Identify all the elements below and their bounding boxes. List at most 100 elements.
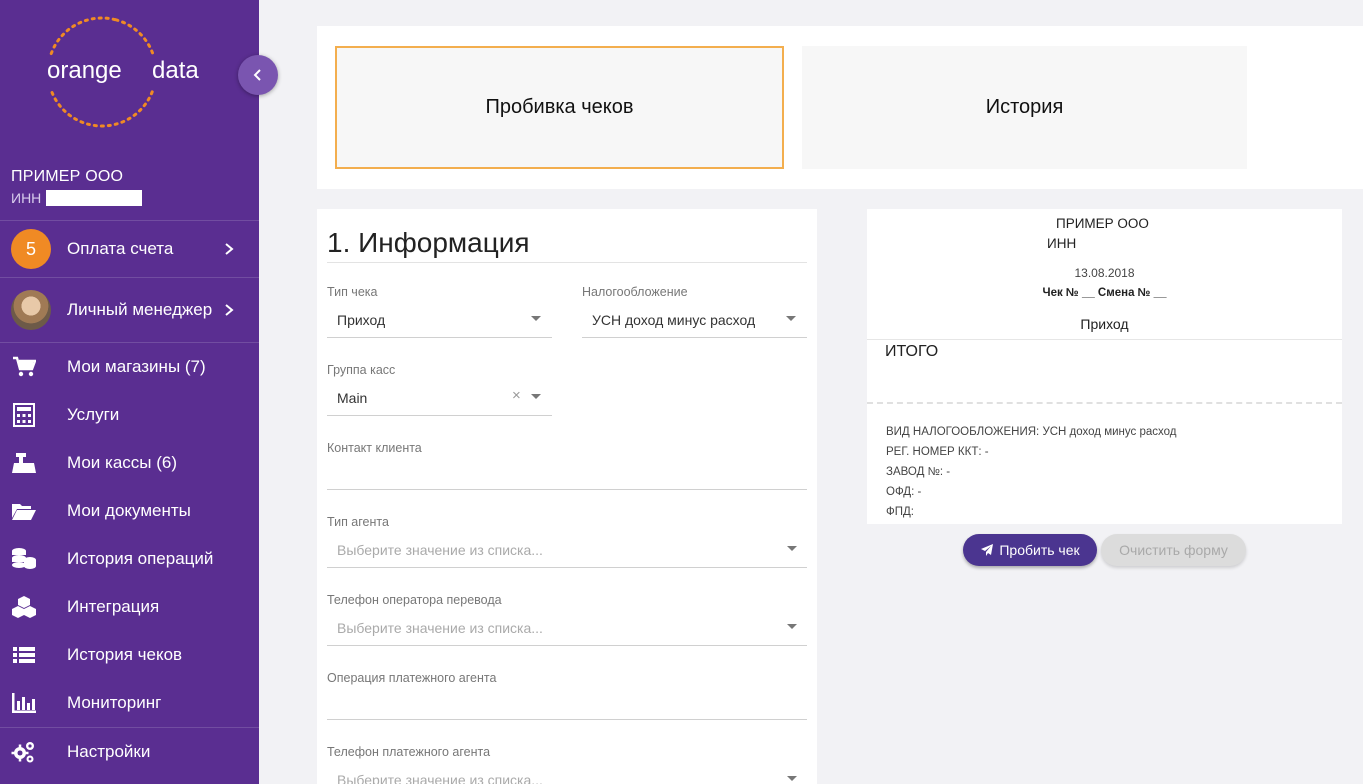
field-underline	[327, 337, 552, 338]
taxation-select[interactable]: Налогообложение УСН доход минус расход	[582, 285, 807, 339]
field-underline	[327, 645, 807, 646]
gears-icon	[11, 742, 34, 763]
receipt-factory-line: ЗАВОД №: -	[886, 466, 951, 478]
submit-receipt-button[interactable]: Пробить чек	[963, 534, 1097, 566]
calculator-icon	[13, 403, 35, 427]
clear-form-button[interactable]: Очистить форму	[1101, 534, 1246, 566]
sidebar: orange data ПРИМЕР ООО ИНН 5 Оплата счет…	[0, 0, 259, 784]
field-value: Main	[337, 390, 368, 406]
divider	[327, 262, 807, 263]
receipt-check-shift: Чек № __ Смена № __	[1042, 287, 1167, 299]
sidebar-item-receipts-history[interactable]: История чеков	[0, 642, 259, 668]
tab-label: Пробивка чеков	[485, 96, 634, 118]
receipt-tear-line	[867, 402, 1342, 404]
divider	[0, 342, 259, 343]
divider	[0, 220, 259, 221]
divider	[0, 277, 259, 278]
cart-icon	[13, 356, 36, 377]
receipt-type: Приход	[1080, 316, 1129, 332]
tab-label: История	[985, 96, 1064, 118]
sidebar-item-documents[interactable]: Мои документы	[0, 498, 259, 524]
field-underline	[327, 567, 807, 568]
receipt-fpd-line: ФПД:	[886, 506, 914, 518]
sidebar-item-label: Оплата счета	[67, 239, 174, 258]
form-title: 1. Информация	[327, 227, 530, 258]
payment-agent-operation-input[interactable]: Операция платежного агента	[327, 671, 807, 721]
transfer-operator-phone-select[interactable]: Телефон оператора перевода Выберите знач…	[327, 593, 807, 647]
receipt-date: 13.08.2018	[1074, 266, 1135, 280]
clear-icon[interactable]: ×	[512, 387, 521, 404]
sidebar-item-monitoring[interactable]: Мониторинг	[0, 690, 259, 716]
chevron-left-icon	[253, 69, 261, 81]
receipt-reg-line: РЕГ. НОМЕР ККТ: -	[886, 446, 989, 458]
chevron-right-icon	[225, 304, 234, 316]
coins-icon	[12, 548, 36, 569]
sidebar-item-label: Мои документы	[67, 501, 191, 520]
agent-type-select[interactable]: Тип агента Выберите значение из списка..…	[327, 515, 807, 569]
org-name: ПРИМЕР ООО	[11, 168, 124, 185]
org-inn: ИНН	[11, 190, 143, 206]
sidebar-item-label: Интеграция	[67, 597, 160, 616]
orange-data-logo[interactable]: orange data	[40, 16, 240, 131]
inn-redacted	[46, 190, 143, 206]
sidebar-item-operations[interactable]: История операций	[0, 546, 259, 572]
receipt-preview: ПРИМЕР ООО ИНН 13.08.2018 Чек № __ Смена…	[867, 209, 1342, 524]
receipt-ofd-line: ОФД: -	[886, 486, 922, 498]
sidebar-item-settings[interactable]: Настройки	[0, 739, 259, 765]
receipt-total-label: ИТОГО	[885, 343, 939, 360]
sidebar-item-label: Услуги	[67, 405, 120, 424]
paper-plane-icon	[981, 544, 994, 556]
payment-agent-phone-select[interactable]: Телефон платежного агента Выберите значе…	[327, 745, 807, 784]
collapse-sidebar-button[interactable]	[238, 55, 278, 95]
bar-chart-icon	[12, 693, 36, 713]
field-label: Тип чека	[327, 285, 378, 299]
sidebar-item-label: Мои кассы (6)	[67, 453, 178, 472]
field-label: Налогообложение	[582, 285, 688, 299]
tab-receipt-punching[interactable]: Пробивка чеков	[335, 46, 784, 169]
client-contact-input[interactable]: Контакт клиента	[327, 441, 807, 491]
receipt-org-name: ПРИМЕР ООО	[1056, 216, 1149, 231]
field-label: Телефон платежного агента	[327, 745, 491, 759]
sidebar-item-payment[interactable]: 5 Оплата счета	[0, 229, 259, 269]
sidebar-item-label: Мониторинг	[67, 693, 162, 712]
cash-register-icon	[12, 453, 36, 473]
caret-down-icon	[531, 316, 541, 321]
sidebar-item-services[interactable]: Услуги	[0, 402, 259, 428]
folder-open-icon	[12, 504, 36, 520]
receipt-details: ВИД НАЛОГООБЛОЖЕНИЯ: УСН доход минус рас…	[886, 422, 1176, 522]
logo-circle-icon: orange data	[40, 16, 240, 128]
logo-text-right: data	[152, 57, 199, 84]
sidebar-item-registers[interactable]: Мои кассы (6)	[0, 450, 259, 476]
inn-label: ИНН	[11, 190, 42, 206]
field-placeholder: Выберите значение из списка...	[337, 620, 543, 636]
sidebar-item-label: Настройки	[67, 742, 151, 761]
information-form: 1. Информация Тип чека Приход Налогообло…	[317, 209, 817, 784]
receipt-type-select[interactable]: Тип чека Приход	[327, 285, 552, 339]
tab-history[interactable]: История	[802, 46, 1247, 169]
sidebar-item-label: История чеков	[67, 645, 183, 664]
caret-down-icon	[787, 624, 797, 629]
caret-down-icon	[786, 316, 796, 321]
field-value: УСН доход минус расход	[592, 312, 756, 328]
logo-text-left: orange	[47, 57, 122, 84]
divider	[0, 727, 259, 728]
cubes-icon	[12, 596, 36, 618]
receipt-inn-label: ИНН	[1047, 236, 1077, 251]
sidebar-item-integration[interactable]: Интеграция	[0, 594, 259, 620]
notification-badge: 5	[11, 229, 51, 269]
cash-group-select[interactable]: Группа касс Main ×	[327, 363, 552, 417]
field-label: Тип агента	[327, 515, 389, 529]
divider	[867, 339, 1342, 340]
sidebar-item-manager[interactable]: Личный менеджер	[0, 290, 259, 330]
sidebar-item-label: Мои магазины (7)	[67, 357, 206, 376]
chevron-right-icon	[225, 243, 234, 255]
field-underline	[582, 337, 807, 338]
receipt-tax-line: ВИД НАЛОГООБЛОЖЕНИЯ: УСН доход минус рас…	[886, 426, 1177, 438]
caret-down-icon	[531, 394, 541, 399]
list-icon	[13, 647, 35, 663]
field-label: Телефон оператора перевода	[327, 593, 502, 607]
sidebar-item-label: Личный менеджер	[67, 300, 213, 319]
field-label: Группа касс	[327, 363, 396, 377]
sidebar-item-stores[interactable]: Мои магазины (7)	[0, 354, 259, 380]
submit-label: Пробить чек	[999, 542, 1080, 558]
